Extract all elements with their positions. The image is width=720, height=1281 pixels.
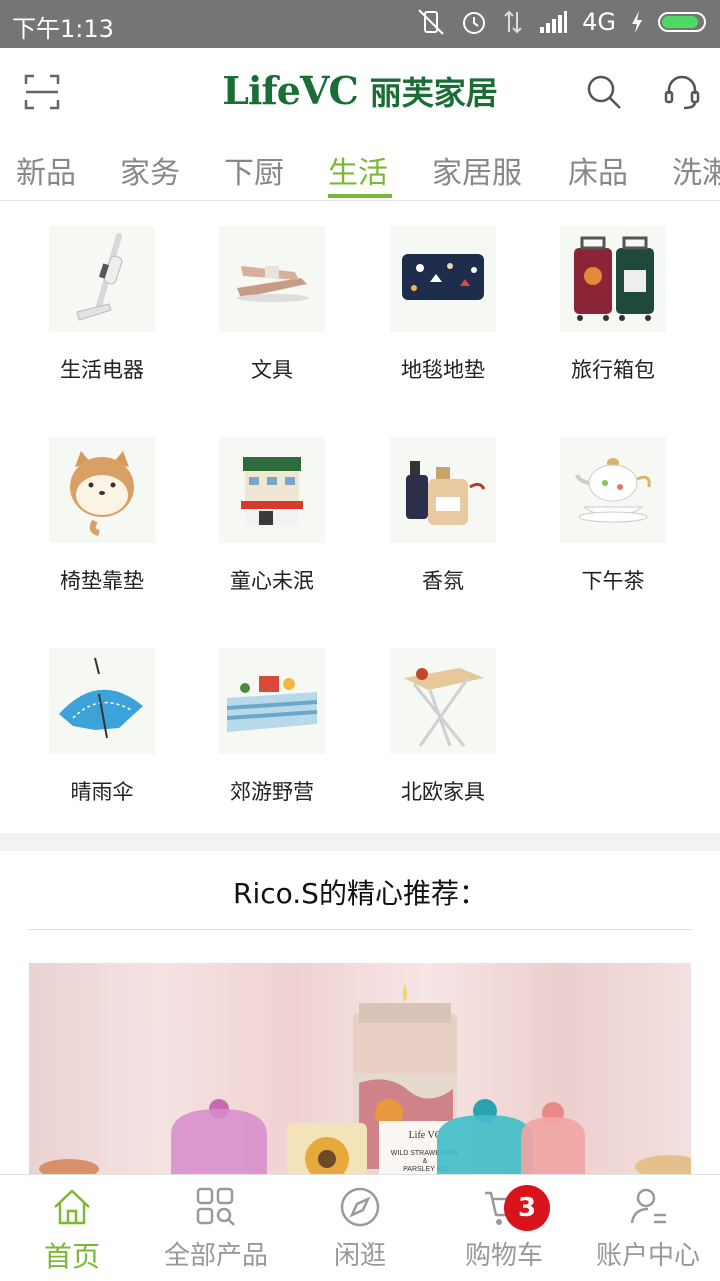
nav-label: 闲逛	[333, 1241, 386, 1271]
category-label: 文具	[251, 358, 293, 382]
tab-toiletries[interactable]: 洗漱	[672, 148, 720, 192]
category-item-umbrellas[interactable]: 晴雨伞	[32, 648, 172, 806]
status-bar: 下午1:13 4G	[0, 0, 720, 48]
search-icon[interactable]	[582, 70, 626, 114]
home-icon	[54, 1189, 90, 1225]
cart-badge: 3	[504, 1185, 550, 1231]
signal-icon	[540, 11, 568, 33]
category-label: 旅行箱包	[571, 358, 655, 382]
category-item-toys[interactable]: 童心未泯	[202, 437, 342, 595]
suitcase-icon	[560, 226, 666, 332]
nav-cart[interactable]: 3 购物车	[432, 1175, 576, 1281]
alarm-icon	[463, 12, 486, 34]
umbrella-icon	[49, 648, 155, 754]
bottom-nav: 首页 全部产品 闲逛 3 购物车 账户中心	[0, 1174, 720, 1281]
teapot-icon	[560, 437, 666, 543]
building-blocks-icon	[219, 437, 325, 543]
category-tabs: 新品 家务 下厨 生活 家居服 床品 洗漱	[0, 136, 720, 201]
tab-kitchen[interactable]: 下厨	[224, 148, 284, 192]
status-icons: 4G	[416, 8, 706, 36]
category-item-fragrance[interactable]: 香氛	[373, 437, 513, 595]
tab-new[interactable]: 新品	[16, 148, 76, 192]
data-transfer-icon	[504, 10, 522, 34]
logo-chinese: 丽芙家居	[369, 74, 498, 112]
recommend-divider	[28, 929, 692, 930]
nav-label: 账户中心	[595, 1241, 700, 1271]
recommend-banner[interactable]: Life VC WILD STRAWBERRY & PARSLEY BG	[29, 963, 691, 1175]
tab-bedding[interactable]: 床品	[568, 148, 628, 192]
nav-home[interactable]: 首页	[0, 1175, 144, 1281]
network-type: 4G	[582, 8, 616, 36]
logo-latin: LifeVC	[222, 68, 358, 113]
recommend-title: Rico.S的精心推荐：	[233, 877, 487, 910]
banner-label-brand: Life VC	[409, 1130, 442, 1141]
category-item-cushions[interactable]: 椅垫靠垫	[32, 437, 172, 595]
user-icon	[630, 1188, 666, 1224]
category-item-appliances[interactable]: 生活电器	[32, 226, 172, 384]
grid-search-icon	[196, 1187, 235, 1226]
category-item-luggage[interactable]: 旅行箱包	[543, 226, 683, 384]
charging-icon	[632, 11, 642, 33]
nav-label: 首页	[43, 1240, 100, 1273]
active-tab-indicator	[328, 194, 392, 198]
tab-homewear[interactable]: 家居服	[432, 148, 522, 192]
picnic-mat-icon	[219, 648, 325, 754]
shiba-cushion-icon	[49, 437, 155, 543]
category-item-rugs[interactable]: 地毯地垫	[373, 226, 513, 384]
category-item-furniture[interactable]: 北欧家具	[373, 648, 513, 806]
nav-all-products[interactable]: 全部产品	[144, 1175, 288, 1281]
status-time: 下午1:13	[12, 15, 114, 43]
nav-label: 全部产品	[163, 1241, 268, 1271]
compass-icon	[340, 1187, 380, 1227]
vacuum-cleaner-icon	[49, 226, 155, 332]
rug-icon	[390, 226, 496, 332]
section-divider	[0, 833, 720, 851]
category-label: 晴雨伞	[70, 780, 134, 804]
stapler-icon	[219, 226, 325, 332]
category-label: 生活电器	[60, 358, 144, 382]
nav-label: 购物车	[464, 1241, 543, 1271]
battery-icon	[658, 12, 706, 32]
category-label: 椅垫靠垫	[60, 569, 144, 593]
vibrate-off-icon	[418, 9, 444, 35]
tab-housework[interactable]: 家务	[120, 148, 180, 192]
category-item-afternoon-tea[interactable]: 下午茶	[543, 437, 683, 595]
candle-product-image: Life VC WILD STRAWBERRY & PARSLEY BG	[39, 985, 691, 1175]
customer-service-icon[interactable]	[660, 70, 704, 114]
category-label: 郊游野营	[230, 780, 314, 804]
category-label: 香氛	[422, 569, 464, 593]
nav-browse[interactable]: 闲逛	[288, 1175, 432, 1281]
folding-table-icon	[390, 648, 496, 754]
perfume-bottle-icon	[390, 437, 496, 543]
category-label: 下午茶	[581, 569, 645, 593]
category-label: 地毯地垫	[401, 358, 485, 382]
app-header: LifeVC 丽芙家居	[0, 48, 720, 136]
banner-label-line2: &	[423, 1158, 428, 1165]
category-label: 北欧家具	[401, 780, 485, 804]
nav-account[interactable]: 账户中心	[576, 1175, 720, 1281]
category-item-outdoor[interactable]: 郊游野营	[202, 648, 342, 806]
category-item-stationery[interactable]: 文具	[202, 226, 342, 384]
category-label: 童心未泯	[230, 569, 314, 593]
tab-living[interactable]: 生活	[328, 148, 388, 192]
